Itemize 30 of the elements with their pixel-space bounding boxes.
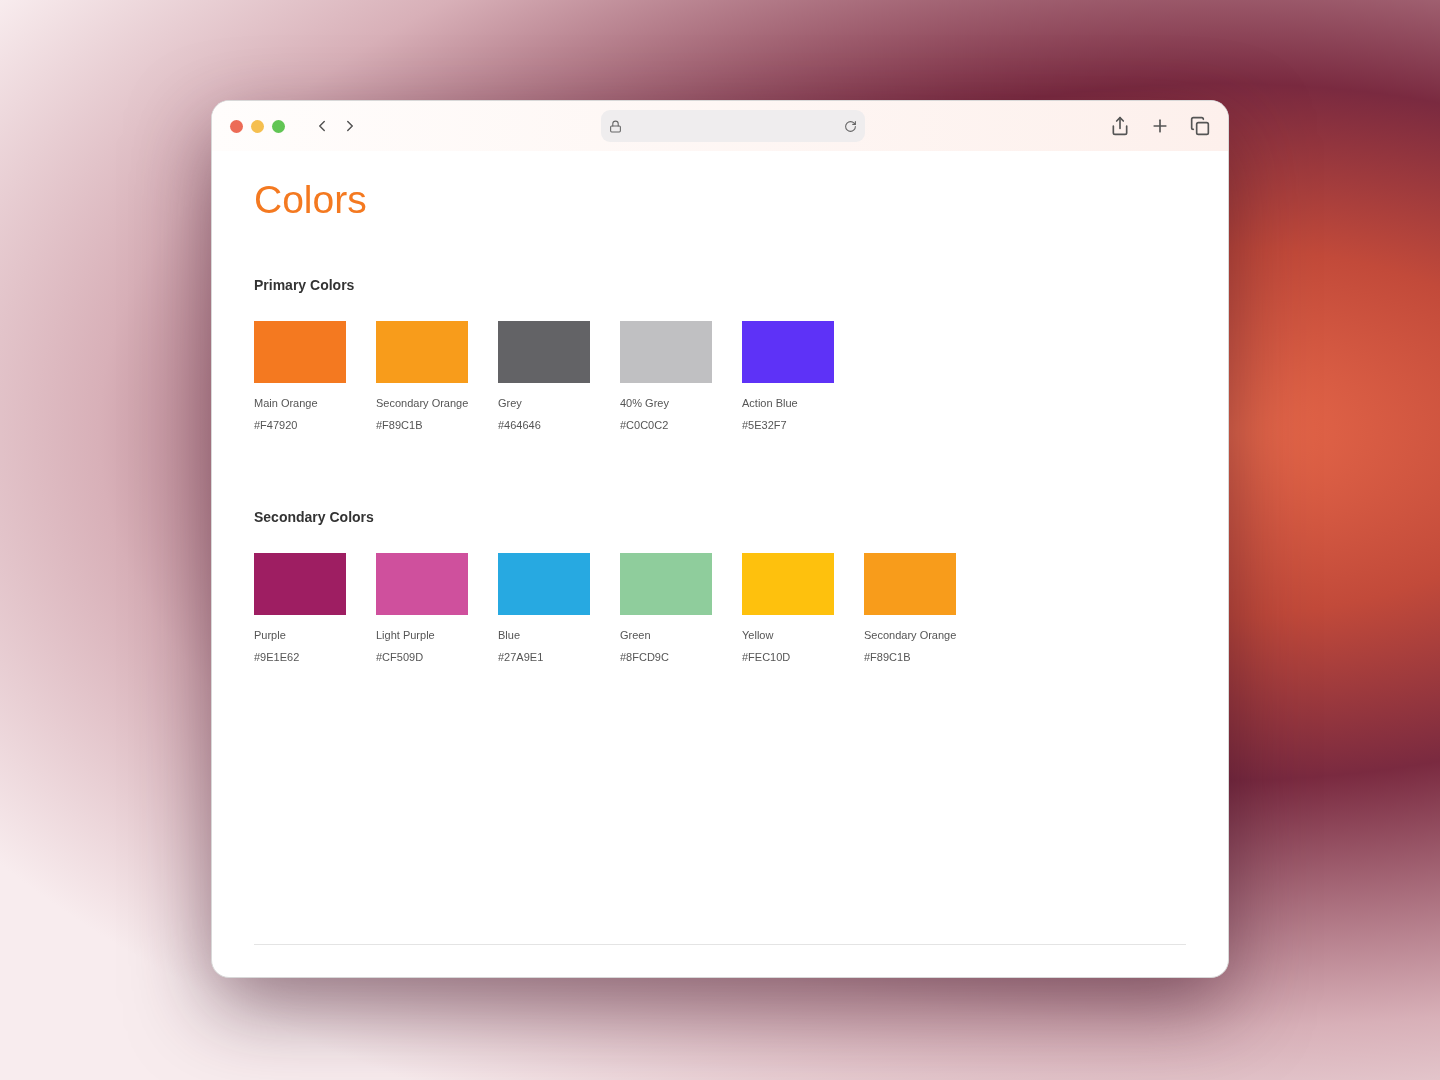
color-hex: #F89C1B bbox=[376, 417, 423, 433]
color-name: Main Orange bbox=[254, 396, 318, 411]
section-heading: Secondary Colors bbox=[254, 508, 374, 527]
color-name: 40% Grey bbox=[620, 396, 669, 411]
color-name: Grey bbox=[498, 396, 522, 411]
color-name: Purple bbox=[254, 628, 286, 643]
close-button[interactable] bbox=[230, 119, 243, 133]
color-hex: #8FCD9C bbox=[620, 649, 669, 665]
color-name: Secondary Orange bbox=[864, 628, 957, 643]
share-icon[interactable] bbox=[1110, 116, 1130, 136]
color-hex: #9E1E62 bbox=[254, 649, 300, 665]
color-hex: #C0C0C2 bbox=[620, 417, 669, 433]
color-name: Blue bbox=[498, 628, 521, 643]
color-name: Secondary Orange bbox=[376, 396, 469, 411]
section-heading: Primary Colors bbox=[254, 276, 355, 295]
color-hex: #F89C1B bbox=[864, 649, 911, 665]
color-name: Yellow bbox=[742, 628, 774, 643]
color-hex: #F47920 bbox=[254, 417, 298, 433]
reload-icon[interactable] bbox=[844, 119, 857, 133]
color-hex: #5E32F7 bbox=[742, 417, 787, 433]
lock-icon bbox=[609, 119, 622, 133]
color-hex: #CF509D bbox=[376, 649, 424, 665]
color-hex: #464646 bbox=[498, 417, 541, 433]
color-hex: #27A9E1 bbox=[498, 649, 544, 665]
tabs-icon[interactable] bbox=[1190, 116, 1210, 136]
color-name: Green bbox=[620, 628, 651, 643]
color-name: Light Purple bbox=[376, 628, 435, 643]
color-hex: #FEC10D bbox=[742, 649, 791, 665]
color-name: Action Blue bbox=[742, 396, 798, 411]
page-title: Colors bbox=[254, 177, 367, 223]
